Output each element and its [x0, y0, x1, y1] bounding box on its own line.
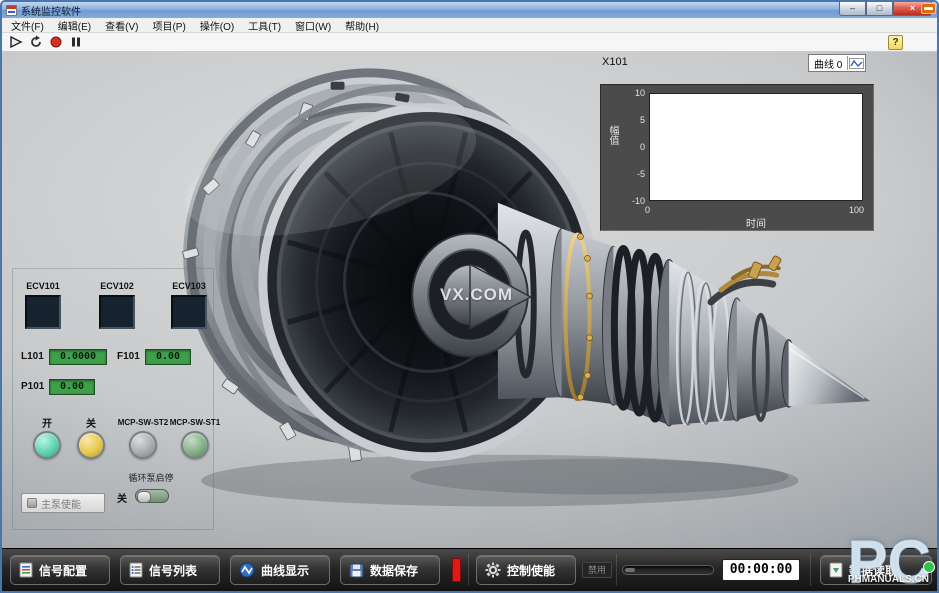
f101-display: 0.00: [145, 349, 191, 365]
minimize-button[interactable]: –: [839, 2, 866, 16]
y-tick: 0: [619, 142, 645, 152]
legend-curve-icon: [847, 56, 865, 70]
menu-view[interactable]: 查看(V): [98, 17, 145, 34]
curve-display-label: 曲线显示: [261, 562, 309, 579]
title-bar: 系统监控软件 – □ ×: [2, 2, 937, 18]
ecv102-indicator: [99, 295, 135, 329]
mcp-sw-st2-button[interactable]: [129, 431, 157, 459]
close-valve-button[interactable]: [77, 431, 105, 459]
control-enable-button[interactable]: 控制使能: [476, 555, 576, 585]
f101-label: F101: [117, 351, 140, 362]
menu-edit[interactable]: 编辑(E): [51, 17, 98, 34]
bottom-toolbar: 信号配置 信号列表 曲线显示 数据保存 控制使能 禁用 00:00:00 数据读…: [2, 548, 937, 591]
data-save-button[interactable]: 数据保存: [340, 555, 440, 585]
ecv101-indicator: [25, 295, 61, 329]
center-watermark: VX.COM: [440, 285, 513, 305]
pump-switch-state: 关: [117, 490, 127, 505]
app-window: 系统监控软件 – □ × 文件(F) 编辑(E) 查看(V) 项目(P) 操作(…: [0, 0, 939, 593]
continuous-run-icon[interactable]: [28, 35, 43, 50]
open-button-label: 开: [31, 415, 63, 430]
p101-label: P101: [21, 381, 44, 392]
app-icon: [6, 5, 17, 16]
chart-title: X101: [602, 56, 628, 68]
close-valve-button-label: 关: [75, 415, 107, 430]
signal-list-button[interactable]: 信号列表: [120, 555, 220, 585]
menu-window[interactable]: 窗口(W): [288, 17, 338, 34]
mcp-sw-st1-label: MCP-SW-ST1: [167, 418, 223, 427]
curve-icon: [239, 562, 255, 578]
x-tick: 100: [849, 205, 864, 215]
control-cluster: ECV101 ECV102 ECV103 L101 0.0000 F101 0.…: [12, 268, 214, 530]
plot-area: [649, 93, 863, 201]
y-tick: 5: [619, 115, 645, 125]
legend-label: 曲线 0: [809, 56, 847, 71]
document-icon: [19, 562, 33, 578]
divider: [616, 554, 617, 586]
waveform-chart-panel: 幅值 10 5 0 -5 -10 0 100 时间: [600, 84, 874, 231]
data-save-label: 数据保存: [370, 562, 418, 579]
y-tick: 10: [619, 88, 645, 98]
save-icon: [349, 563, 364, 578]
y-tick: -5: [619, 169, 645, 179]
curve-display-button[interactable]: 曲线显示: [230, 555, 330, 585]
main-pump-enable-label: 主泵使能: [41, 496, 81, 511]
menu-help[interactable]: 帮助(H): [338, 17, 386, 34]
elapsed-time-display: 00:00:00: [722, 559, 800, 581]
maximize-button[interactable]: □: [866, 2, 893, 16]
menu-bar: 文件(F) 编辑(E) 查看(V) 项目(P) 操作(O) 工具(T) 窗口(W…: [2, 18, 937, 33]
read-icon: [829, 562, 843, 578]
corner-logo-icon: [921, 3, 936, 14]
toolbar: ?: [2, 33, 937, 52]
disabled-badge: 禁用: [582, 562, 612, 578]
window-title: 系统监控软件: [21, 3, 81, 18]
y-tick: -10: [619, 196, 645, 206]
corner-watermark-site: PHMANUALS.CN: [848, 574, 929, 585]
l101-display: 0.0000: [49, 349, 107, 365]
mcp-sw-st2-label: MCP-SW-ST2: [115, 418, 171, 427]
gear-icon: [485, 562, 501, 578]
ecv103-indicator: [171, 295, 207, 329]
pump-toggle-switch[interactable]: [135, 489, 169, 503]
mcp-sw-st1-button[interactable]: [181, 431, 209, 459]
pause-icon[interactable]: [68, 35, 83, 50]
ecv103-label: ECV103: [167, 281, 211, 291]
main-area: X101 曲线 0 幅值 10 5 0 -5 -10 0 100 时间 ECV1…: [2, 52, 937, 548]
help-button[interactable]: ?: [888, 35, 903, 50]
pump-switch-label: 循环泵启停: [117, 471, 185, 484]
list-icon: [129, 562, 143, 578]
progress-slider[interactable]: [622, 565, 714, 575]
signal-list-label: 信号列表: [149, 562, 197, 579]
window-controls: – □ ×: [839, 2, 932, 16]
record-indicator: [452, 558, 461, 582]
l101-label: L101: [21, 351, 44, 362]
menu-project[interactable]: 项目(P): [145, 17, 192, 34]
abort-icon[interactable]: [48, 35, 63, 50]
signal-config-label: 信号配置: [39, 562, 87, 579]
chart-x-axis-label: 时间: [649, 215, 863, 230]
ecv102-label: ECV102: [95, 281, 139, 291]
menu-tools[interactable]: 工具(T): [241, 17, 288, 34]
p101-display: 0.00: [49, 379, 95, 395]
main-pump-enable-button[interactable]: 主泵使能: [21, 493, 105, 513]
chart-y-axis-label: 幅值: [605, 125, 620, 145]
menu-operate[interactable]: 操作(O): [193, 17, 241, 34]
chart-legend[interactable]: 曲线 0: [808, 54, 866, 72]
control-enable-label: 控制使能: [507, 562, 555, 579]
open-button[interactable]: [33, 431, 61, 459]
menu-file[interactable]: 文件(F): [4, 17, 51, 34]
signal-config-button[interactable]: 信号配置: [10, 555, 110, 585]
ecv101-label: ECV101: [21, 281, 65, 291]
corner-watermark-dot: [923, 561, 935, 573]
x-tick: 0: [645, 205, 650, 215]
run-icon[interactable]: [8, 35, 23, 50]
divider: [810, 554, 811, 586]
pump-icon: [27, 498, 37, 508]
divider: [468, 554, 469, 586]
